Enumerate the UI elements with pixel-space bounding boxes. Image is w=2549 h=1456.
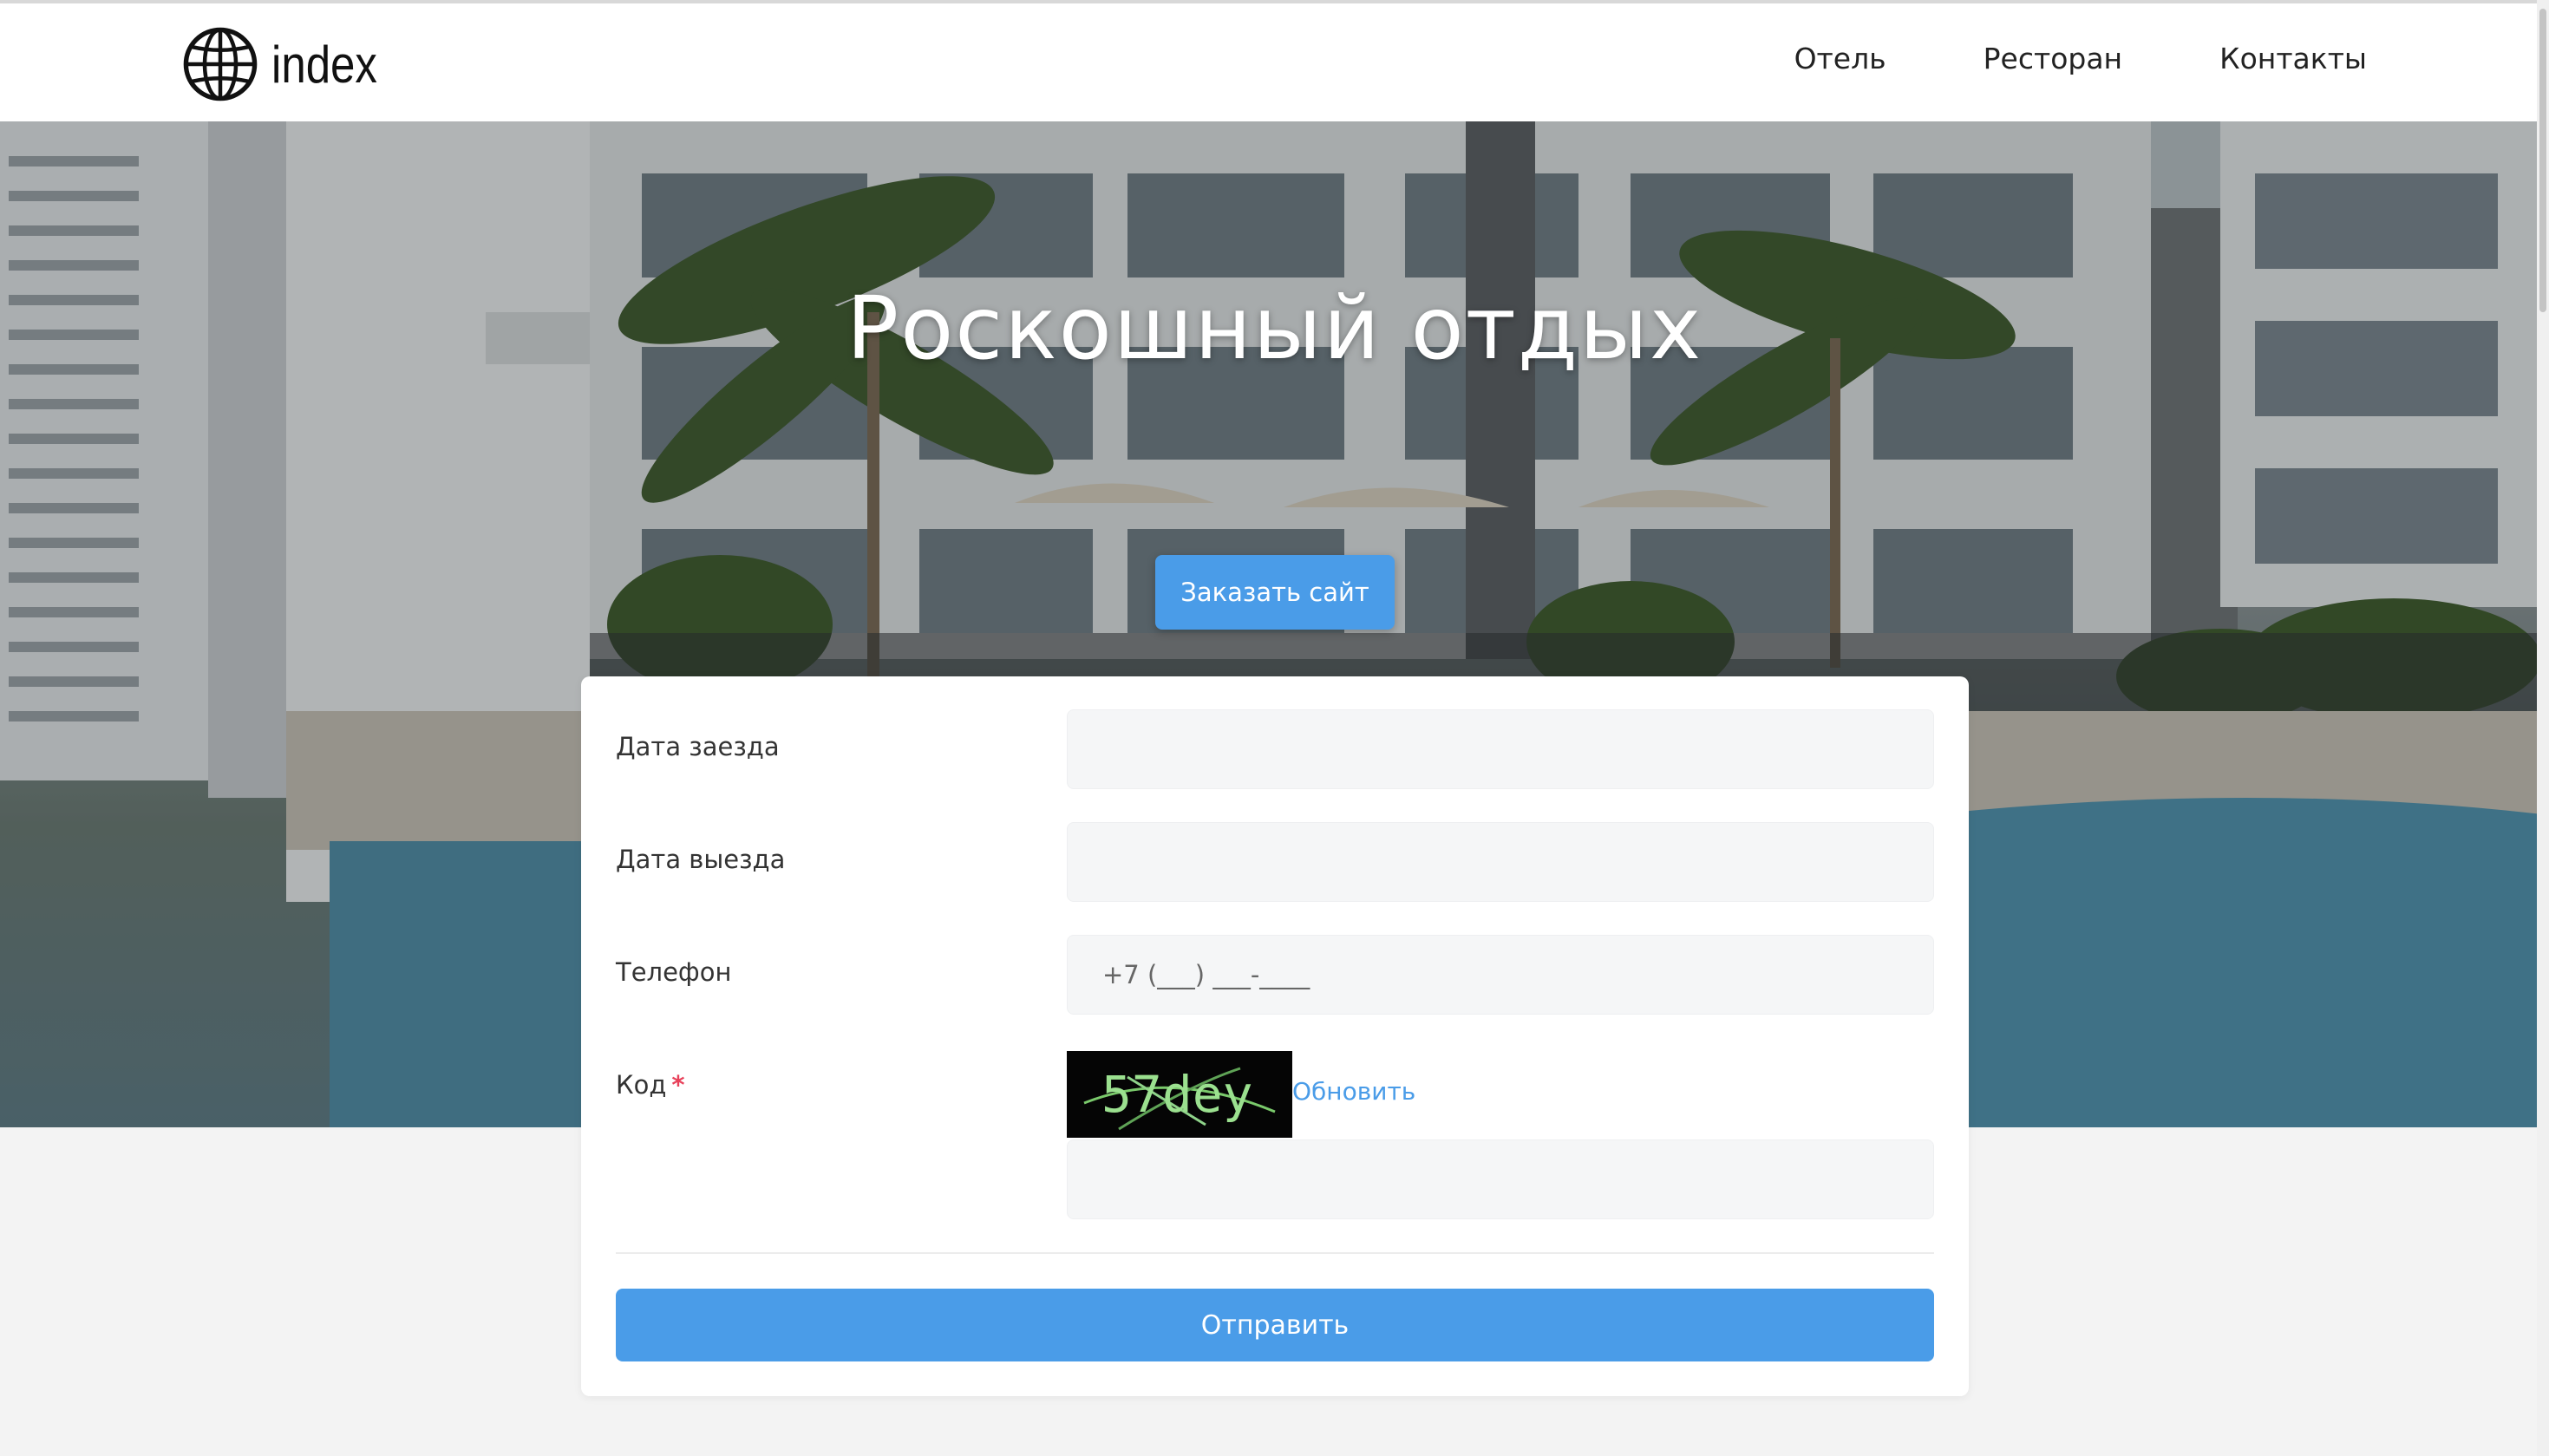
checkin-label: Дата заезда — [616, 732, 780, 761]
checkout-label: Дата выезда — [616, 845, 786, 874]
checkout-date-input[interactable] — [1067, 822, 1934, 902]
main-nav: Отель Ресторан Контакты — [1794, 42, 2367, 75]
code-label: Код * — [616, 1070, 685, 1100]
nav-link-contacts[interactable]: Контакты — [2219, 42, 2367, 75]
checkin-date-input[interactable] — [1067, 709, 1934, 789]
form-divider — [616, 1252, 1934, 1254]
hero-title: Роскошный отдых — [846, 277, 1703, 379]
globe-icon — [183, 27, 258, 101]
nav-link-restaurant[interactable]: Ресторан — [1984, 42, 2123, 75]
page-scrollbar[interactable] — [2537, 0, 2549, 1456]
scrollbar-thumb[interactable] — [2539, 9, 2546, 312]
order-site-button[interactable]: Заказать сайт — [1155, 555, 1395, 630]
phone-input[interactable]: +7 (___) ___-____ — [1067, 935, 1934, 1015]
code-label-text: Код — [616, 1070, 667, 1100]
logo[interactable]: index — [181, 24, 395, 104]
captcha-refresh-link[interactable]: Обновить — [1292, 1077, 1415, 1106]
phone-label: Телефон — [616, 957, 732, 987]
captcha-code-input[interactable] — [1067, 1139, 1934, 1219]
nav-link-hotel[interactable]: Отель — [1794, 42, 1886, 75]
captcha-text: 57dey — [1101, 1065, 1253, 1124]
logo-text: index — [271, 35, 377, 94]
required-mark: * — [671, 1070, 685, 1100]
booking-form: Дата заезда Дата выезда Телефон +7 (___)… — [581, 676, 1969, 1396]
submit-button[interactable]: Отправить — [616, 1289, 1934, 1361]
site-header: index Отель Ресторан Контакты — [0, 0, 2549, 121]
captcha-image: 57dey — [1067, 1051, 1292, 1138]
